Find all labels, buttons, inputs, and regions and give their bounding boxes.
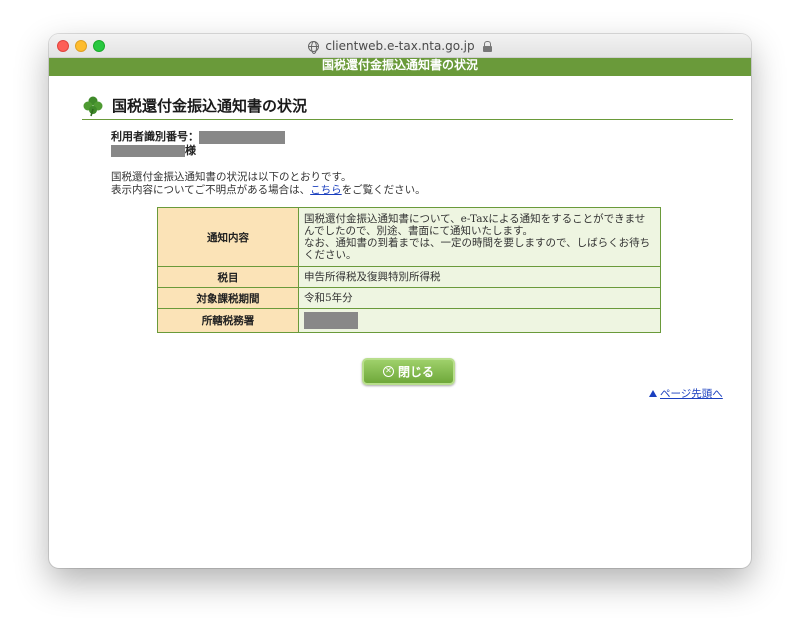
redacted-user-name xyxy=(111,144,185,157)
help-link[interactable]: こちら xyxy=(310,184,342,196)
address-bar[interactable]: clientweb.e-tax.nta.go.jp xyxy=(49,34,751,58)
page-top-label: ページ先頭へ xyxy=(660,388,723,400)
redacted-tax-office xyxy=(304,312,358,329)
row-value-tax-office xyxy=(298,308,661,333)
close-button[interactable]: ✕ 閉じる xyxy=(362,358,455,385)
row-label-tax-item: 税目 xyxy=(157,266,299,288)
row-label-notice: 通知内容 xyxy=(157,207,299,267)
notice-line: なお、通知書の到着までは、一定の時間を要しますので、しばらくお待ちください。 xyxy=(304,237,651,261)
row-label-period: 対象課税期間 xyxy=(157,287,299,309)
url-text: clientweb.e-tax.nta.go.jp xyxy=(325,39,475,53)
table-row: 税目 申告所得税及復興特別所得税 xyxy=(157,266,661,288)
intro-line-1: 国税還付金振込通知書の状況は以下のとおりです。 xyxy=(111,171,352,183)
status-table: 通知内容 国税還付金振込通知書について、e-Taxによる通知をすることができませ… xyxy=(157,207,661,333)
row-value-period: 令和5年分 xyxy=(298,287,661,309)
notice-line: 国税還付金振込通知書について、e-Taxによる通知をすることができませんでしたの… xyxy=(304,213,646,237)
user-id-label: 利用者識別番号： xyxy=(111,130,199,143)
globe-icon xyxy=(308,40,320,54)
row-label-tax-office: 所轄税務署 xyxy=(157,308,299,333)
lock-icon xyxy=(482,40,492,52)
page-title: 国税還付金振込通知書の状況 xyxy=(112,97,308,115)
arrow-up-icon xyxy=(649,390,657,397)
user-id-block: 利用者識別番号： 様 xyxy=(111,130,285,157)
redacted-user-id xyxy=(199,130,285,144)
honorific: 様 xyxy=(185,143,196,157)
row-value-tax-item: 申告所得税及復興特別所得税 xyxy=(298,266,661,288)
page-top-link[interactable]: ページ先頭へ xyxy=(649,386,723,401)
title-bar: clientweb.e-tax.nta.go.jp xyxy=(49,34,751,58)
page-banner: 国税還付金振込通知書の状況 xyxy=(49,58,751,76)
page-heading: 国税還付金振込通知書の状況 xyxy=(82,92,733,120)
table-row: 対象課税期間 令和5年分 xyxy=(157,287,661,309)
table-row: 通知内容 国税還付金振込通知書について、e-Taxによる通知をすることができませ… xyxy=(157,207,661,267)
intro-text: 国税還付金振込通知書の状況は以下のとおりです。 表示内容についてご不明点がある場… xyxy=(111,171,426,197)
browser-window: clientweb.e-tax.nta.go.jp 国税還付金振込通知書の状況 … xyxy=(49,34,751,568)
close-button-label: 閉じる xyxy=(397,365,434,379)
table-row: 所轄税務署 xyxy=(157,308,661,333)
clover-icon xyxy=(83,96,103,116)
intro-line-2-suffix: をご覧ください。 xyxy=(341,184,426,196)
intro-line-2-prefix: 表示内容についてご不明点がある場合は、 xyxy=(111,184,311,196)
notice-text: 国税還付金振込通知書について、e-Taxによる通知をすることができませんでしたの… xyxy=(304,213,655,261)
close-circle-icon: ✕ xyxy=(382,366,394,377)
row-value-notice: 国税還付金振込通知書について、e-Taxによる通知をすることができませんでしたの… xyxy=(298,207,661,267)
